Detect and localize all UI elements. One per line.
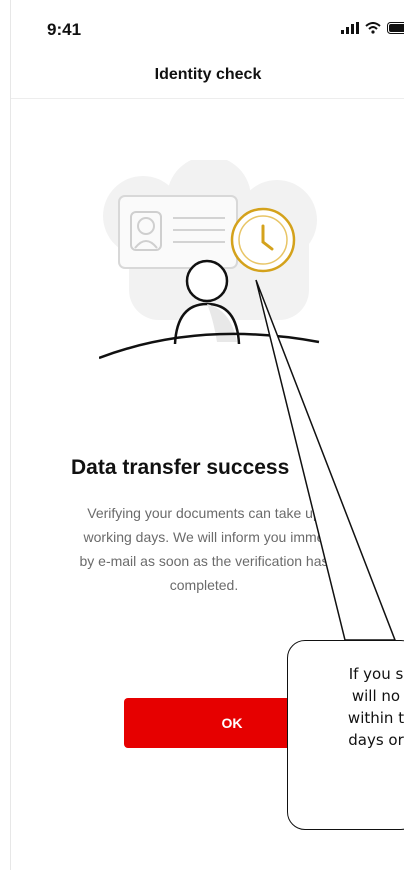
- callout-line: days or: [348, 731, 404, 749]
- wifi-icon: [365, 22, 381, 34]
- callout-bubble: If you s will no within t days or: [287, 640, 404, 830]
- identity-illustration: [99, 160, 320, 360]
- success-title: Data transfer success: [71, 456, 290, 479]
- description-line: Verifying your documents can take up: [87, 505, 321, 521]
- battery-icon: [387, 22, 404, 34]
- description-line: completed.: [169, 577, 239, 593]
- header: Identity check: [11, 62, 404, 99]
- page-title: Identity check: [154, 66, 262, 83]
- callout-line: will no: [351, 687, 401, 705]
- status-bar: 9:41: [11, 0, 404, 62]
- signal-icon: [341, 22, 359, 34]
- description-line: working days. We will inform you imme: [83, 529, 325, 545]
- callout-text: If you s will no within t days or: [306, 663, 404, 751]
- status-icons: [341, 22, 404, 34]
- clock-icon: [230, 207, 296, 273]
- status-time: 9:41: [47, 20, 82, 39]
- id-card-icon: [118, 195, 238, 269]
- description-line: by e-mail as soon as the verification ha…: [79, 553, 329, 569]
- callout-line: If you s: [348, 665, 404, 683]
- callout-line: within t: [347, 709, 404, 727]
- success-description: Verifying your documents can take up wor…: [11, 501, 404, 597]
